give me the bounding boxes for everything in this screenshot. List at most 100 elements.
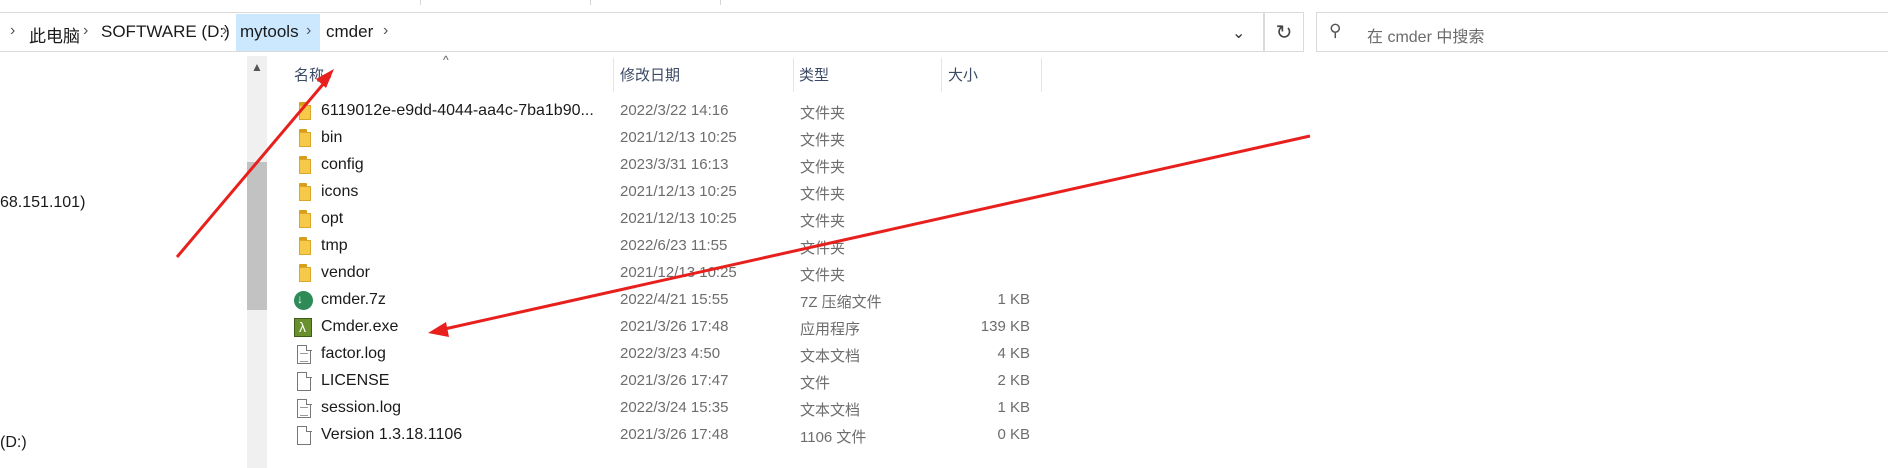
refresh-icon: ↻ [1275,21,1293,44]
breadcrumb-root-chevron-icon[interactable]: › [10,22,15,40]
file-name: LICENSE [321,372,390,389]
folder-icon [295,210,313,230]
address-bar[interactable]: › 此电脑 › SOFTWARE (D:) › mytools › cmder … [0,12,1264,52]
file-type: 文件夹 [800,132,846,149]
file-name: bin [321,129,343,146]
folder-icon [295,237,313,257]
file-size: 139 KB [980,318,1030,335]
file-size: 1 KB [997,291,1030,308]
file-type: 7Z 压缩文件 [800,294,882,311]
file-size: 0 KB [997,426,1030,443]
file-type: 1106 文件 [800,429,867,446]
list-item[interactable]: config 2023/3/31 16:13 文件夹 [290,153,1050,180]
folder-icon [295,156,313,176]
file-name: Version 1.3.18.1106 [321,426,463,443]
file-modified: 2022/6/23 11:55 [620,237,728,254]
breadcrumb-item-cmder[interactable]: cmder [326,22,373,42]
file-type: 文本文档 [800,348,861,365]
folder-icon [295,129,313,149]
file-type: 文件夹 [800,213,846,230]
file-type: 应用程序 [800,321,861,338]
archive-7z-icon: ↓ [294,291,313,310]
breadcrumb-item-this-pc[interactable]: 此电脑 [29,22,80,47]
list-item[interactable]: factor.log 2022/3/23 4:50 文本文档 4 KB [290,342,1050,369]
file-size: 2 KB [997,372,1030,389]
list-item[interactable]: λ Cmder.exe 2021/3/26 17:48 应用程序 139 KB [290,315,1050,342]
file-modified: 2021/12/13 10:25 [620,129,737,146]
folder-icon [295,102,313,122]
file-modified: 2021/12/13 10:25 [620,183,737,200]
file-name: factor.log [321,345,386,362]
nav-item-drive-d[interactable]: (D:) [0,434,27,452]
file-modified: 2022/3/23 4:50 [620,345,721,362]
breadcrumb-separator-icon[interactable]: › [222,22,227,40]
column-divider[interactable] [793,58,794,92]
nav-item-network-location[interactable]: 68.151.101) [0,194,85,212]
list-item[interactable]: vendor 2021/12/13 10:25 文件夹 [290,261,1050,288]
file-name: cmder.7z [321,291,386,308]
list-item[interactable]: bin 2021/12/13 10:25 文件夹 [290,126,1050,153]
list-item[interactable]: LICENSE 2021/3/26 17:47 文件 2 KB [290,369,1050,396]
column-divider[interactable] [613,58,614,92]
breadcrumb-separator-icon[interactable]: › [383,22,388,40]
breadcrumb-separator-icon[interactable]: › [83,22,88,40]
file-modified: 2022/4/21 15:55 [620,291,729,308]
scroll-up-arrow-icon[interactable]: ▲ [251,60,263,74]
file-modified: 2021/12/13 10:25 [620,264,737,281]
file-size: 1 KB [997,399,1030,416]
file-name: icons [321,183,359,200]
list-item[interactable]: opt 2021/12/13 10:25 文件夹 [290,207,1050,234]
file-type: 文本文档 [800,402,861,419]
file-size: 4 KB [997,345,1030,362]
list-item[interactable]: 6119012e-e9dd-4044-aa4c-7ba1b90... 2022/… [290,99,1050,126]
file-type: 文件夹 [800,240,846,257]
column-header-name[interactable]: 名称 [294,64,324,85]
file-modified: 2022/3/22 14:16 [620,102,729,119]
text-file-icon [295,345,313,365]
file-modified: 2023/3/31 16:13 [620,156,729,173]
file-type: 文件夹 [800,267,846,284]
column-header-type[interactable]: 类型 [799,64,829,85]
list-item[interactable]: tmp 2022/6/23 11:55 文件夹 [290,234,1050,261]
file-modified: 2021/12/13 10:25 [620,210,737,227]
search-placeholder: 在 cmder 中搜索 [1367,29,1485,46]
file-name: tmp [321,237,348,254]
file-type: 文件夹 [800,159,846,176]
list-item[interactable]: ↓ cmder.7z 2022/4/21 15:55 7Z 压缩文件 1 KB [290,288,1050,315]
ribbon-bottom-edge [0,0,1888,7]
refresh-button[interactable]: ↻ [1264,12,1304,52]
chevron-down-icon[interactable]: ⌄ [1232,23,1245,43]
folder-icon [295,264,313,284]
file-modified: 2022/3/24 15:35 [620,399,729,416]
search-input[interactable]: ⚲ 在 cmder 中搜索 [1316,12,1888,52]
cmder-app-icon: λ [294,318,312,337]
list-item[interactable]: session.log 2022/3/24 15:35 文本文档 1 KB [290,396,1050,423]
scrollbar-thumb[interactable] [247,162,267,310]
file-modified: 2021/3/26 17:48 [620,318,729,335]
file-name: 6119012e-e9dd-4044-aa4c-7ba1b90... [321,102,594,119]
column-header-size[interactable]: 大小 [948,64,978,85]
file-icon [295,426,313,446]
breadcrumb-item-mytools[interactable]: mytools [240,22,299,42]
file-modified: 2021/3/26 17:48 [620,426,729,443]
file-name: opt [321,210,344,227]
nav-pane-scrollbar[interactable]: ▲ [247,56,267,468]
file-type: 文件 [800,375,831,392]
file-name: Cmder.exe [321,318,399,335]
sort-ascending-icon: ^ [443,53,449,67]
file-type: 文件夹 [800,105,846,122]
file-name: config [321,156,364,173]
list-item[interactable]: Version 1.3.18.1106 2021/3/26 17:48 1106… [290,423,1050,450]
search-icon: ⚲ [1329,21,1342,40]
file-name: session.log [321,399,402,416]
file-type: 文件夹 [800,186,846,203]
column-divider[interactable] [1041,58,1042,92]
breadcrumb-item-software-drive[interactable]: SOFTWARE (D:) [101,22,230,42]
text-file-icon [295,399,313,419]
folder-icon [295,183,313,203]
file-name: vendor [321,264,370,281]
breadcrumb-separator-icon[interactable]: › [306,22,311,40]
column-divider[interactable] [941,58,942,92]
column-header-modified[interactable]: 修改日期 [620,64,680,85]
list-item[interactable]: icons 2021/12/13 10:25 文件夹 [290,180,1050,207]
